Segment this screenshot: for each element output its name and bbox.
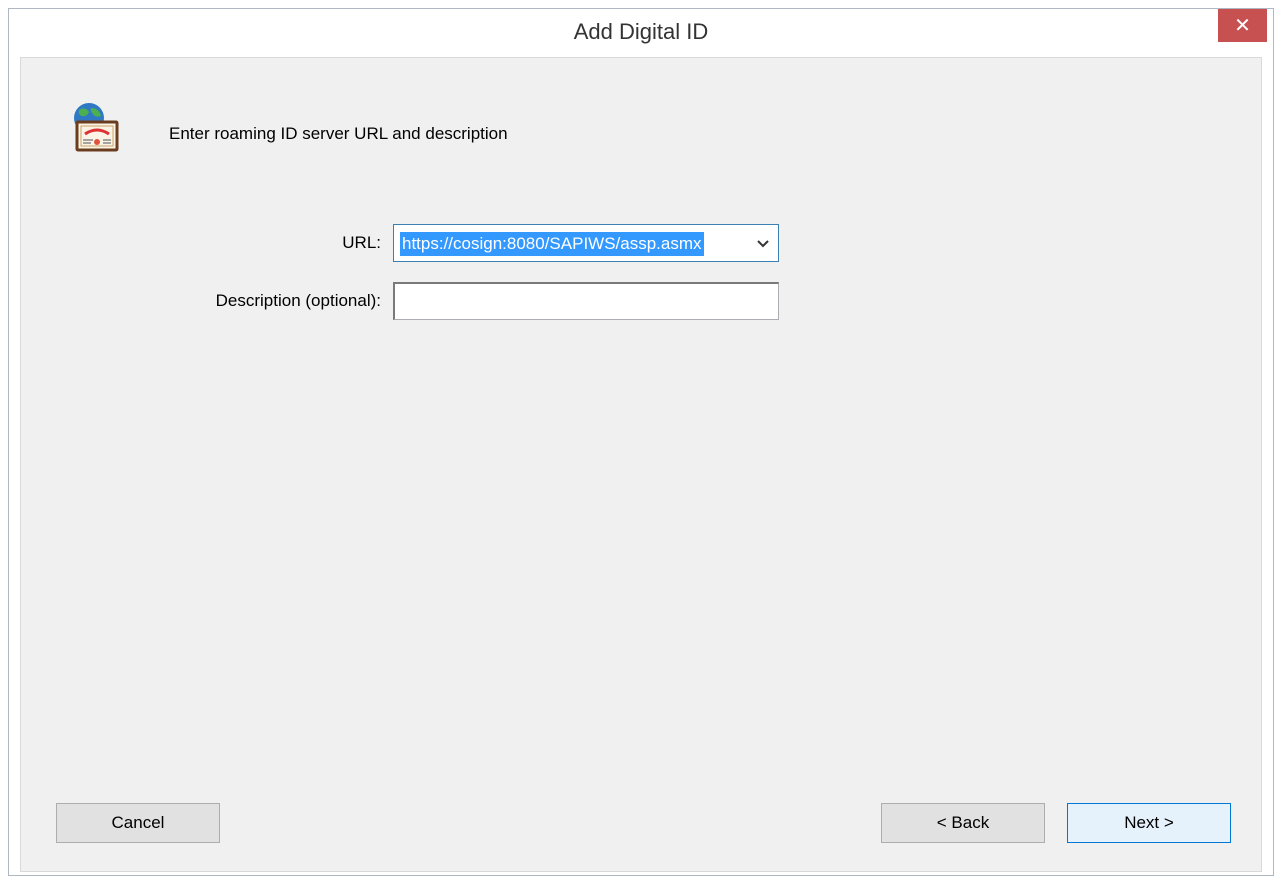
close-icon: ✕: [1234, 15, 1251, 37]
dialog-content: Enter roaming ID server URL and descript…: [20, 57, 1262, 872]
back-button[interactable]: < Back: [881, 803, 1045, 843]
cancel-button[interactable]: Cancel: [56, 803, 220, 843]
description-input[interactable]: [393, 282, 779, 320]
window-title: Add Digital ID: [573, 19, 709, 44]
instruction-text: Enter roaming ID server URL and descript…: [169, 124, 508, 143]
url-label: URL:: [342, 233, 381, 252]
close-button[interactable]: ✕: [1218, 9, 1267, 42]
title-bar: Add Digital ID ✕: [9, 9, 1273, 55]
add-digital-id-dialog: Add Digital ID ✕ Enter roaming ID server: [8, 8, 1274, 876]
url-value[interactable]: https://cosign:8080/SAPIWS/assp.asmx: [400, 232, 704, 256]
chevron-down-icon[interactable]: [754, 233, 772, 253]
url-combobox[interactable]: https://cosign:8080/SAPIWS/assp.asmx: [393, 224, 779, 262]
next-button[interactable]: Next >: [1067, 803, 1231, 843]
description-label: Description (optional):: [215, 291, 381, 310]
digital-id-certificate-globe-icon: [67, 100, 123, 156]
